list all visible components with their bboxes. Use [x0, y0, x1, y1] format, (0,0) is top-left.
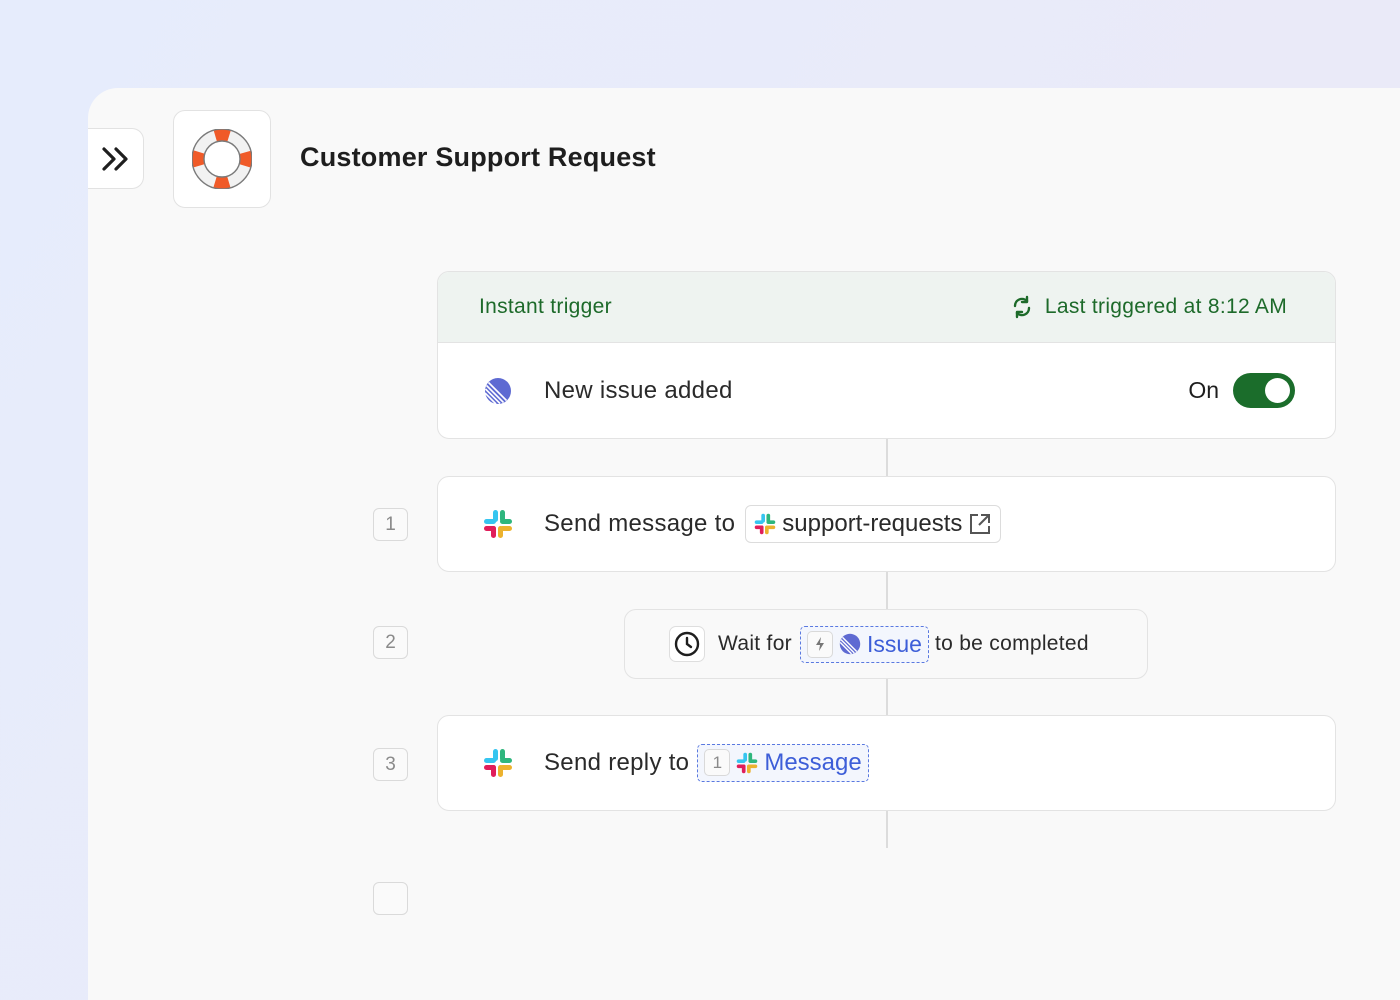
workflow-icon-button[interactable] — [173, 110, 271, 208]
expand-sidebar-button[interactable] — [88, 128, 144, 189]
step-number: 2 — [373, 626, 408, 659]
slack-icon — [755, 513, 776, 534]
ref-step-number: 1 — [704, 749, 731, 776]
trigger-toggle-group: On — [1188, 373, 1295, 408]
step-action-label: Send message to — [544, 509, 736, 537]
trigger-event-row: New issue added On — [438, 343, 1335, 438]
step-action-label: Send reply to — [544, 748, 690, 776]
channel-name: support-requests — [782, 509, 963, 537]
step-connector — [886, 811, 888, 848]
sync-icon — [1013, 295, 1031, 319]
step-row: Send reply to 1 Message — [438, 716, 1335, 809]
message-variable-chip[interactable]: 1 Message — [697, 743, 869, 782]
linear-app-icon — [839, 633, 861, 655]
toggle-knob — [1265, 378, 1290, 403]
clock-icon — [669, 626, 705, 662]
bolt-icon — [806, 630, 833, 658]
slack-icon — [737, 752, 758, 773]
step-card-wait[interactable]: Wait for Issue to be completed — [624, 609, 1148, 679]
step-card-send-message[interactable]: Send message to support-requests — [437, 476, 1336, 572]
external-link-icon[interactable] — [968, 512, 992, 536]
channel-chip[interactable]: support-requests — [745, 504, 1002, 543]
add-step-placeholder[interactable] — [373, 882, 408, 915]
step-connector — [886, 679, 888, 715]
wait-suffix: to be completed — [934, 632, 1089, 655]
slack-icon — [482, 747, 514, 779]
trigger-event-label: New issue added — [544, 376, 733, 404]
trigger-type-label: Instant trigger — [479, 295, 612, 318]
lifebuoy-icon — [192, 129, 252, 189]
trigger-toggle[interactable] — [1233, 373, 1295, 408]
trigger-header: Instant trigger Last triggered at 8:12 A… — [438, 272, 1335, 343]
step-card-send-reply[interactable]: Send reply to 1 Message — [437, 715, 1336, 811]
issue-variable-chip[interactable]: Issue — [799, 625, 929, 663]
wait-prefix: Wait for — [718, 632, 792, 655]
last-triggered: Last triggered at 8:12 AM — [1011, 295, 1287, 319]
linear-app-icon — [482, 375, 514, 407]
slack-icon — [482, 508, 514, 540]
step-number: 3 — [373, 748, 408, 781]
step-row: Send message to support-requests — [438, 477, 1335, 570]
trigger-card[interactable]: Instant trigger Last triggered at 8:12 A… — [437, 271, 1336, 439]
issue-variable-label: Issue — [866, 630, 922, 657]
step-connector — [886, 572, 888, 609]
step-connector — [886, 438, 888, 476]
last-triggered-text: Last triggered at 8:12 AM — [1044, 295, 1287, 318]
message-variable-label: Message — [764, 748, 862, 776]
step-number: 1 — [373, 508, 408, 541]
toggle-label: On — [1188, 377, 1219, 403]
page-title: Customer Support Request — [300, 142, 656, 172]
double-chevron-right-icon — [101, 146, 128, 171]
